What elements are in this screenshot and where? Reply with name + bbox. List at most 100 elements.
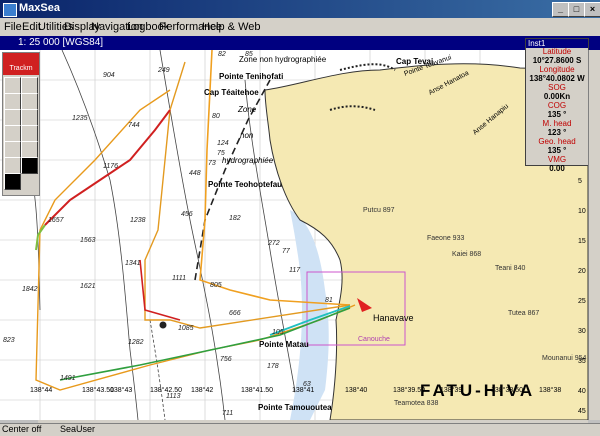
target-tool-icon[interactable]	[21, 157, 38, 174]
sounding: 178	[267, 363, 279, 370]
lat-tick: 45	[578, 408, 586, 415]
sounding: 77	[282, 248, 291, 255]
label-pointe-tenihofati: Pointe Tenihofati	[219, 72, 283, 81]
sounding: 105	[272, 329, 284, 336]
lon-tick: 138°42.50	[150, 386, 182, 394]
sounding: 82	[218, 51, 226, 58]
status-center[interactable]: Center off	[2, 424, 41, 434]
depth-contours	[19, 50, 301, 420]
lon-tick: 138°43	[110, 386, 132, 394]
nautical-chart[interactable]: Zone non hydrographiée Cap Tevai Pointe …	[0, 50, 588, 420]
lon-tick: 138°40	[345, 386, 367, 394]
measure-tool-icon[interactable]	[21, 109, 38, 126]
lat-tick: 35	[578, 358, 586, 365]
zoom-out-tool-icon[interactable]	[21, 93, 38, 110]
lon-tick: 138°39	[440, 386, 462, 394]
minimize-button[interactable]: _	[552, 2, 569, 17]
peak-label: Teamotea 838	[394, 400, 438, 407]
cog-label: COG	[547, 101, 567, 110]
sounding: 1111	[172, 275, 186, 282]
maximize-button[interactable]: □	[568, 2, 585, 17]
sog-label: SOG	[548, 83, 566, 92]
menu-bar: File Edit Utilities Display Navigation L…	[0, 18, 600, 37]
mhead-label: M. head	[542, 119, 572, 128]
sounding: 272	[267, 240, 280, 247]
geohead-label: Geo. head	[538, 137, 576, 146]
pencil-tool-icon[interactable]	[21, 141, 38, 158]
lat-tick: 5	[578, 178, 582, 185]
sounding: 1238	[130, 217, 146, 224]
sounding: 1621	[80, 283, 96, 290]
mark-tool-icon[interactable]	[21, 125, 38, 142]
sounding: 666	[229, 310, 241, 317]
lon-tick: 138°39.50	[393, 386, 425, 394]
sounding: 249	[157, 67, 170, 74]
sounding: 1491	[60, 375, 76, 382]
sounding: 1085	[178, 325, 194, 332]
peak-label: Faeone 933	[427, 235, 464, 242]
chart-svg: Zone non hydrographiée Cap Tevai Pointe …	[0, 50, 588, 420]
tool-palette-header[interactable]	[3, 53, 39, 65]
sounding: 80	[212, 113, 220, 120]
peak-label: Tutea 867	[508, 310, 539, 317]
longitude-label: Longitude	[539, 65, 575, 74]
trackm-label[interactable]: Trackm	[3, 65, 39, 75]
sounding: 1113	[166, 393, 181, 400]
close-button[interactable]: ×	[584, 2, 600, 17]
plus-tool-icon[interactable]	[4, 157, 21, 174]
label-zone: Zone	[237, 105, 257, 114]
sounding: 1235	[72, 115, 88, 122]
scale-text: 1: 25 000 [WGS84]	[18, 37, 104, 48]
sounding: 756	[220, 356, 232, 363]
sounding: 81	[325, 297, 333, 304]
label-non: non	[240, 131, 254, 140]
scale-bar: 1: 25 000 [WGS84]	[0, 36, 600, 50]
color-swatch[interactable]	[4, 173, 21, 190]
sounding: 1282	[128, 339, 144, 346]
lat-tick: 25	[578, 298, 586, 305]
peak-label: Putcu 897	[363, 207, 395, 214]
lon-tick: 138°42	[191, 386, 213, 394]
label-hanavave: Hanavave	[373, 313, 414, 323]
zoom-in-tool-icon[interactable]	[4, 93, 21, 110]
crosshair-tool-icon[interactable]	[21, 77, 38, 94]
sounding: 904	[103, 72, 115, 79]
waypoint-marker[interactable]	[159, 321, 167, 329]
label-canouche: Canouche	[358, 336, 390, 343]
sounding: 805	[210, 282, 222, 289]
vmg-label: VMG	[547, 155, 567, 164]
sounding: 448	[189, 170, 201, 177]
app-icon	[3, 3, 17, 17]
sounding: 117	[289, 267, 301, 274]
line-tool-icon[interactable]	[4, 141, 21, 158]
sounding: 711	[222, 410, 233, 417]
menu-file[interactable]: File	[4, 21, 22, 33]
menu-help-web[interactable]: Help & Web	[202, 21, 261, 33]
lat-tick: 40	[578, 388, 586, 395]
sounding: 1341	[125, 260, 141, 267]
label-pointe-matau: Pointe Matau	[259, 340, 309, 349]
rotate-tool-icon[interactable]	[4, 109, 21, 126]
vertical-scrollbar[interactable]	[588, 50, 600, 420]
tool-palette: Trackm	[2, 52, 40, 196]
latitude-label: Latitude	[542, 47, 572, 56]
label-pointe-teohootefau: Pointe Teohootefau	[208, 180, 282, 189]
lon-tick: 138°38.50	[491, 386, 523, 394]
sounding: 182	[229, 215, 241, 222]
lat-tick: 20	[578, 268, 586, 275]
hand-tool-icon[interactable]	[4, 77, 21, 94]
instrument-panel: Inst1 Latitude 10°27.8600 S Longitude 13…	[525, 38, 589, 173]
sounding: 85	[245, 51, 253, 58]
label-hydrographiee: hydrographiée	[222, 156, 274, 165]
track-red-2	[139, 259, 181, 321]
label-cap-teaitehoe: Cap Téaitehoe	[204, 88, 259, 97]
sounding: 1176	[103, 163, 118, 170]
sounding: 124	[217, 140, 229, 147]
sounding: 1563	[80, 237, 96, 244]
route-tool-icon[interactable]	[4, 125, 21, 142]
sounding: 1657	[48, 217, 65, 224]
status-bar: Center off SeaUser	[0, 423, 600, 436]
lon-tick: 138°44	[30, 386, 52, 394]
status-user: SeaUser	[60, 424, 96, 434]
sounding: 456	[181, 211, 193, 218]
